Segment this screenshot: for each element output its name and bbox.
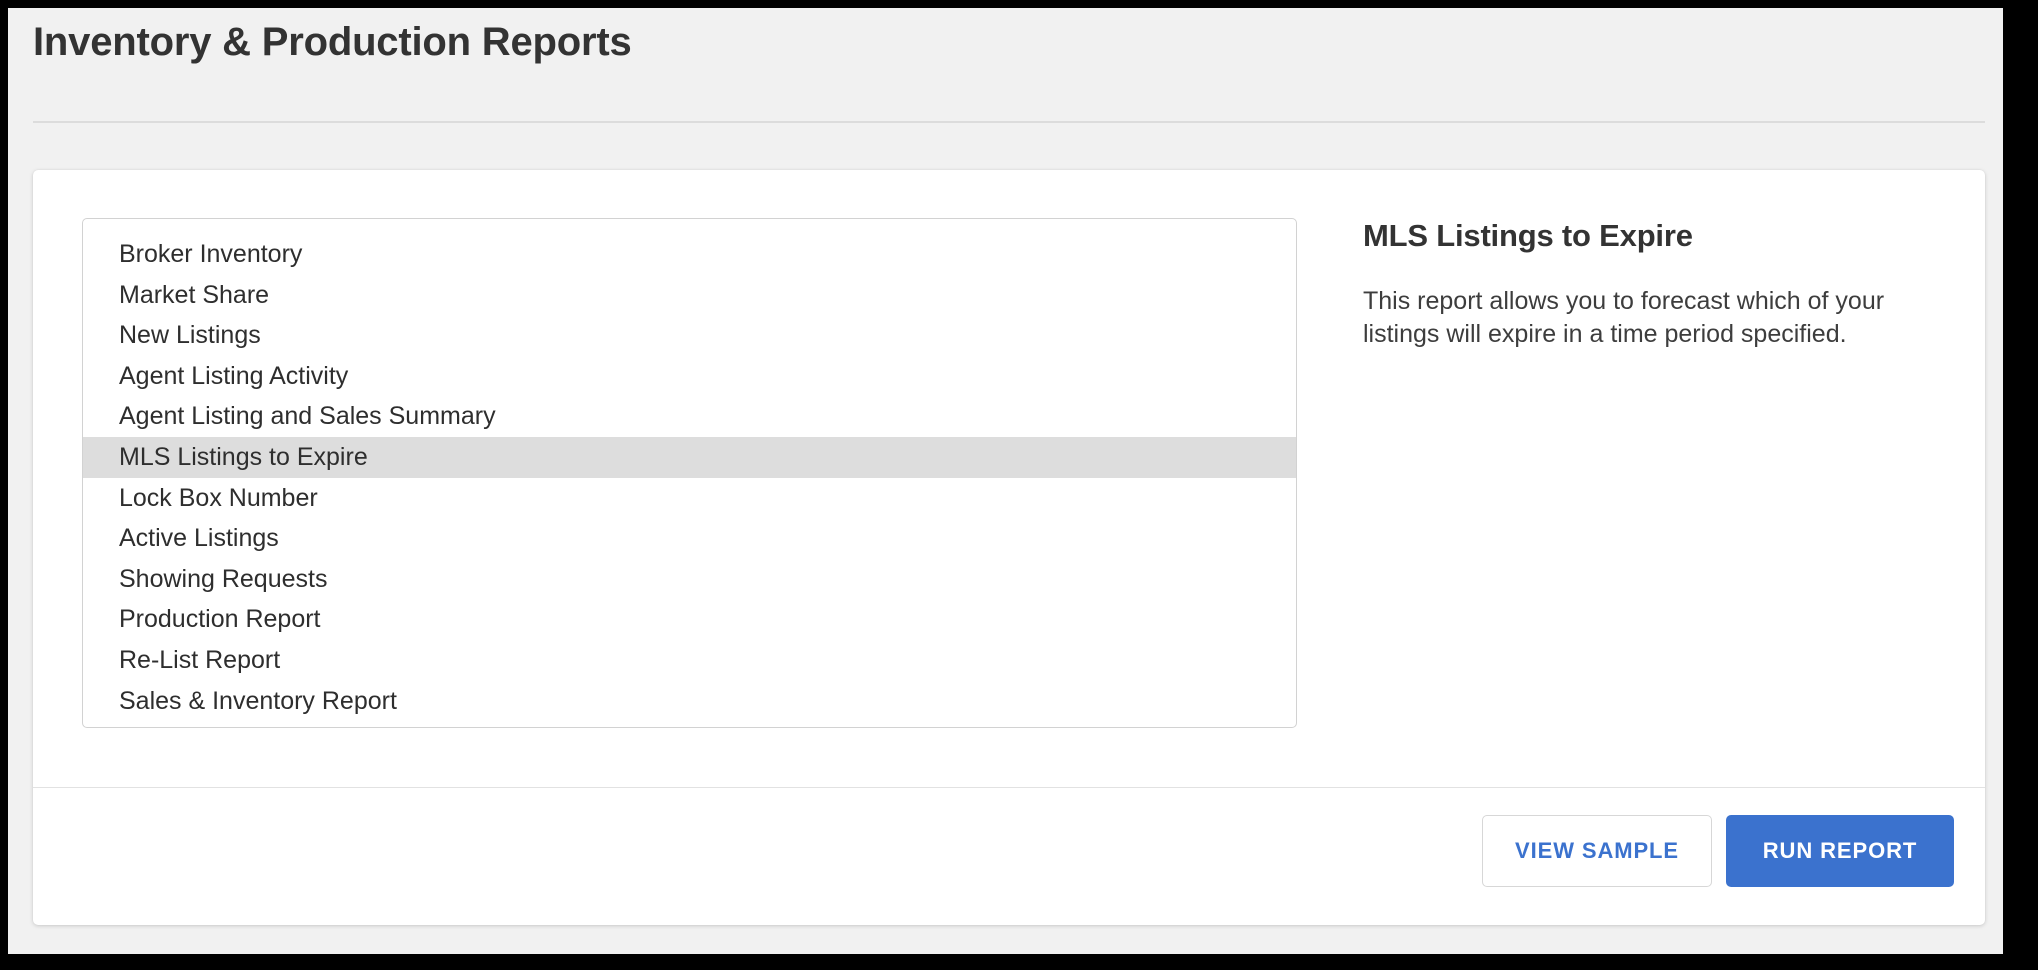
list-item-label: Agent Listing and Sales Summary [119,402,496,431]
list-item[interactable]: Lock Box Number [83,478,1296,519]
list-item[interactable]: Agent Listing and Sales Summary [83,396,1296,437]
list-item[interactable]: Active Listings [83,518,1296,559]
report-list[interactable]: Broker Inventory Market Share New Listin… [82,218,1297,728]
page-header: Inventory & Production Reports [33,8,1985,128]
list-item-label: Agent Listing Activity [119,361,349,390]
list-item-label: Broker Inventory [119,240,303,268]
report-detail-title: MLS Listings to Expire [1363,218,1693,253]
list-item[interactable]: Re-List Report [83,640,1296,681]
list-item-label: Active Listings [119,524,279,553]
list-item-label: Market Share [119,280,270,309]
app-viewport: Inventory & Production Reports Broker In… [8,8,2003,954]
list-item-label: MLS Listings to Expire [119,442,368,471]
list-item-label: Showing Requests [119,564,328,593]
header-divider [33,121,1985,123]
list-item[interactable]: Agent Listing Activity [83,356,1296,397]
report-card: Broker Inventory Market Share New Listin… [33,170,1985,925]
footer-actions: VIEW SAMPLE RUN REPORT [1482,815,1954,887]
list-item-label: Lock Box Number [119,483,318,512]
list-item[interactable]: Production Report [83,599,1296,640]
list-item-label: Sales & Inventory Report [119,686,397,715]
list-item-label: Production Report [119,605,321,634]
run-report-button[interactable]: RUN REPORT [1726,815,1954,887]
list-item[interactable]: New Listings [83,315,1296,356]
list-item-label: New Listings [119,321,261,350]
report-detail-description: This report allows you to forecast which… [1363,287,1885,348]
card-body: Broker Inventory Market Share New Listin… [33,170,1985,787]
card-footer: VIEW SAMPLE RUN REPORT [33,788,1985,925]
list-item-label: Re-List Report [119,645,281,674]
report-detail-panel: MLS Listings to Expire This report allow… [1363,218,1923,351]
page-title: Inventory & Production Reports [33,20,632,64]
list-item[interactable]: Market Share [83,275,1296,316]
list-item[interactable]: Broker Inventory [83,234,1296,275]
list-item[interactable]: Sales & Inventory Report [83,681,1296,722]
view-sample-button[interactable]: VIEW SAMPLE [1482,815,1712,887]
list-item-selected[interactable]: MLS Listings to Expire [83,436,1296,478]
list-item[interactable]: Showing Requests [83,559,1296,600]
